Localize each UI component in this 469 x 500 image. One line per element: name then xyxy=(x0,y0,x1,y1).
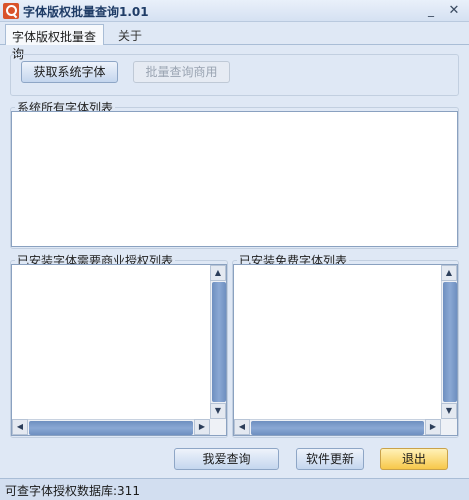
query-button[interactable]: 我爱查询 xyxy=(174,448,279,470)
minimize-button[interactable]: _ xyxy=(422,2,440,19)
scroll-down-arrow-icon[interactable]: ▼ xyxy=(210,403,226,419)
batch-query-commercial-button[interactable]: 批量查询商用 xyxy=(133,61,230,83)
close-button[interactable]: ✕ xyxy=(445,2,463,19)
scroll-thumb[interactable] xyxy=(212,282,226,402)
all-fonts-list[interactable] xyxy=(11,111,458,247)
scroll-thumb[interactable] xyxy=(251,421,424,435)
free-fonts-list[interactable]: ▲ ▼ ◀ ▶ xyxy=(233,264,458,436)
get-system-fonts-button[interactable]: 获取系统字体 xyxy=(21,61,118,83)
scroll-up-arrow-icon[interactable]: ▲ xyxy=(441,265,457,281)
status-bar: 可查字体授权数据库:311 xyxy=(0,478,469,500)
vertical-scrollbar[interactable]: ▲ ▼ xyxy=(441,265,457,419)
scroll-corner xyxy=(210,419,226,435)
scroll-left-arrow-icon[interactable]: ◀ xyxy=(12,419,28,435)
tab-bar: 字体版权批量查询 关于 xyxy=(0,23,469,61)
window-title: 字体版权批量查询1.01 xyxy=(23,5,149,19)
scroll-down-arrow-icon[interactable]: ▼ xyxy=(441,403,457,419)
scroll-right-arrow-icon[interactable]: ▶ xyxy=(194,419,210,435)
scroll-thumb[interactable] xyxy=(443,282,457,402)
horizontal-scrollbar[interactable]: ◀ ▶ xyxy=(234,419,441,435)
software-update-button[interactable]: 软件更新 xyxy=(296,448,364,470)
scroll-left-arrow-icon[interactable]: ◀ xyxy=(234,419,250,435)
scroll-corner xyxy=(441,419,457,435)
scroll-thumb[interactable] xyxy=(29,421,193,435)
status-text: 可查字体授权数据库:311 xyxy=(5,484,140,498)
commercial-fonts-list[interactable]: ▲ ▼ ◀ ▶ xyxy=(11,264,227,436)
tab-batch-query[interactable]: 字体版权批量查询 xyxy=(5,24,104,61)
app-search-icon xyxy=(3,3,19,19)
scroll-right-arrow-icon[interactable]: ▶ xyxy=(425,419,441,435)
tab-about[interactable]: 关于 xyxy=(112,24,148,45)
title-bar: 字体版权批量查询1.01 _ ✕ xyxy=(0,0,469,22)
scroll-up-arrow-icon[interactable]: ▲ xyxy=(210,265,226,281)
vertical-scrollbar[interactable]: ▲ ▼ xyxy=(210,265,226,419)
horizontal-scrollbar[interactable]: ◀ ▶ xyxy=(12,419,210,435)
exit-button[interactable]: 退出 xyxy=(380,448,448,470)
